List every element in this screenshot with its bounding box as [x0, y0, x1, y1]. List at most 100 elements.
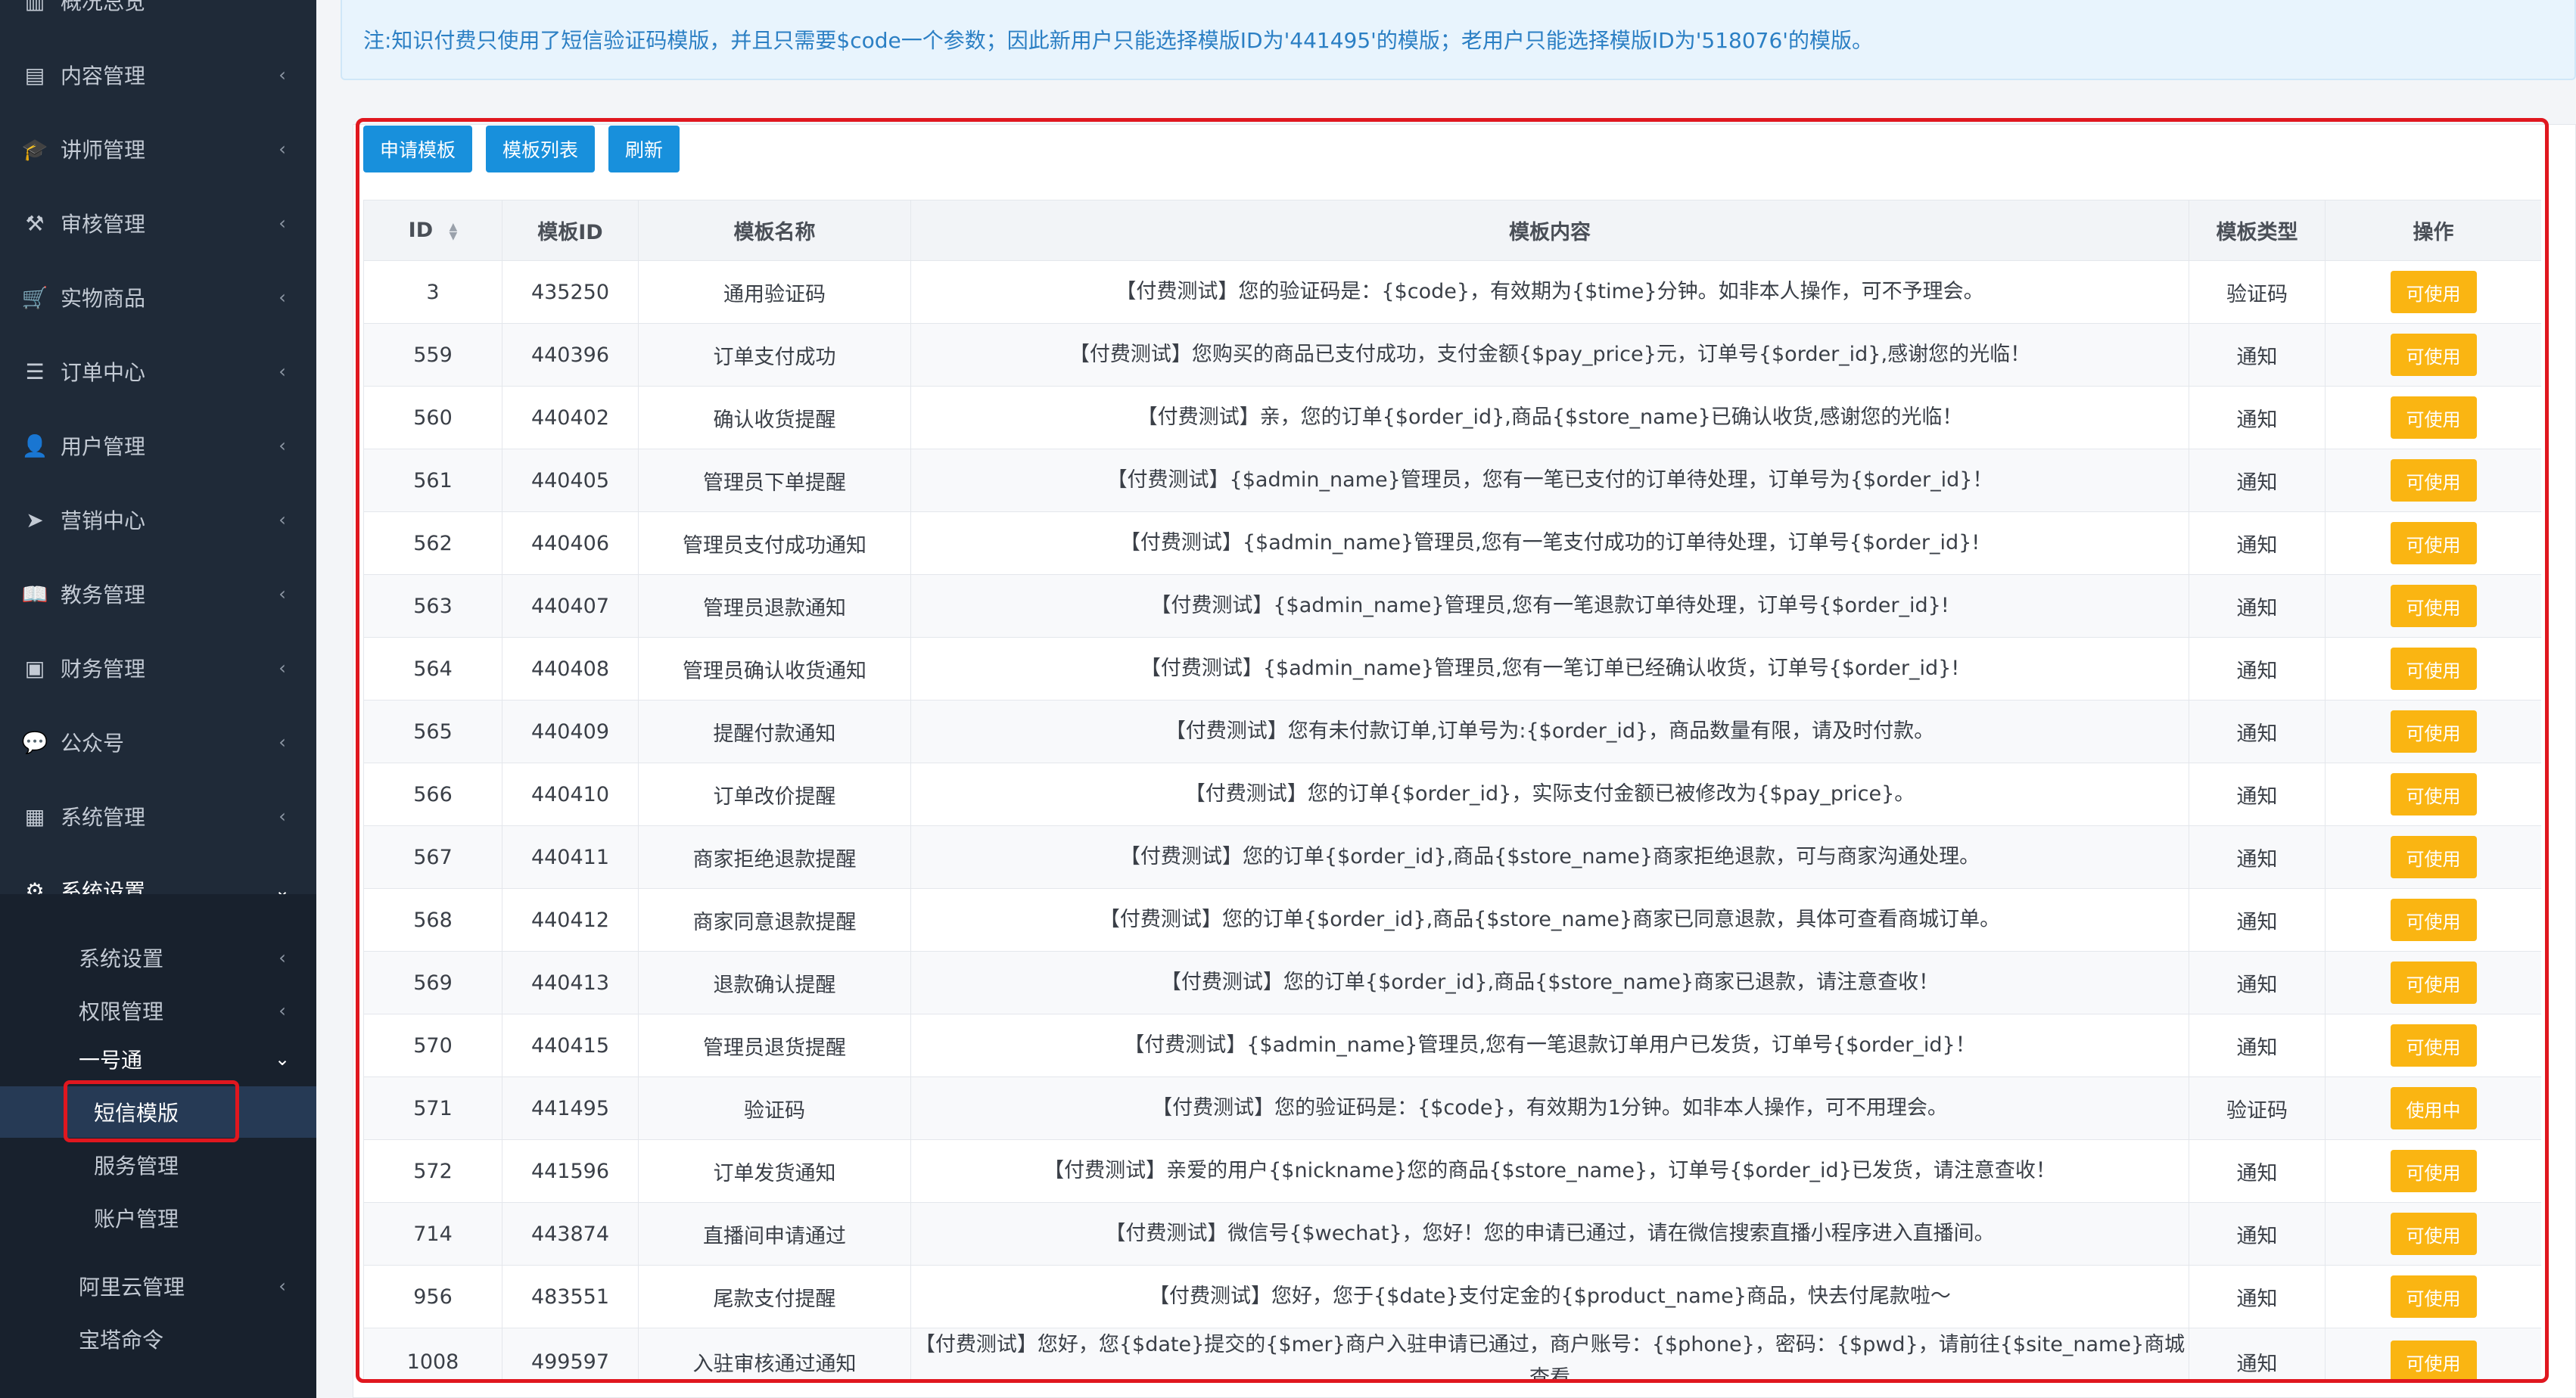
sidebar-item-label: 系统管理	[61, 805, 146, 830]
chevron-left-icon: ‹	[278, 1275, 286, 1297]
cell-content: 【付费测试】您的验证码是：{$code}，有效期为{$time}分钟。如非本人操…	[910, 260, 2189, 324]
cell-template-id: 440411	[502, 825, 639, 889]
cell-action: 可使用	[2325, 511, 2541, 575]
sidebar-item-money[interactable]: ▣ 财务管理 ‹	[0, 631, 316, 705]
cell-template-id: 440408	[502, 637, 639, 701]
cell-id: 565	[363, 700, 502, 763]
cell-template-id: 441495	[502, 1076, 639, 1140]
sidebar-item-book[interactable]: 📖 教务管理 ‹	[0, 557, 316, 631]
cell-content: 【付费测试】您的订单{$order_id},商品{$store_name}商家拒…	[910, 825, 2189, 889]
sidebar-subitem-account[interactable]: 账户管理	[0, 1192, 316, 1244]
cell-template-id: 441596	[502, 1139, 639, 1203]
cell-action: 使用中	[2325, 1076, 2541, 1140]
sidebar-subitem-system-settings[interactable]: 系统设置 ‹	[0, 932, 316, 983]
cell-type: 通知	[2189, 574, 2326, 638]
table-row: 568 440412 商家同意退款提醒 【付费测试】您的订单{$order_id},商…	[363, 888, 2541, 952]
use-template-button[interactable]: 可使用	[2390, 334, 2477, 376]
sidebar-item-cart[interactable]: 🛒 实物商品 ‹	[0, 260, 316, 334]
cell-name: 管理员退款通知	[638, 574, 911, 638]
table-row: 3 435250 通用验证码 【付费测试】您的验证码是：{$code}，有效期为{$t…	[363, 260, 2541, 324]
cell-name: 商家同意退款提醒	[638, 888, 911, 952]
use-template-button[interactable]: 可使用	[2390, 522, 2477, 564]
table-row: 561 440405 管理员下单提醒 【付费测试】{$admin_name}管理员，您…	[363, 449, 2541, 512]
sidebar-item-grid[interactable]: ▦ 系统管理 ‹	[0, 779, 316, 853]
sidebar-item-newspaper[interactable]: ▤ 内容管理 ‹	[0, 38, 316, 112]
sidebar-item-overview[interactable]: ▥ 概况总览	[0, 0, 316, 38]
use-template-button[interactable]: 可使用	[2390, 459, 2477, 502]
cell-content: 【付费测试】{$admin_name}管理员,您有一笔退款订单待处理，订单号{$…	[910, 574, 2189, 638]
sidebar-item-list[interactable]: ☰ 订单中心 ‹	[0, 334, 316, 409]
cell-type: 通知	[2189, 323, 2326, 387]
sidebar-item-gavel[interactable]: ⚒ 审核管理 ‹	[0, 186, 316, 260]
notice-banner: 注:知识付费只使用了短信验证码模版，并且只需要$code一个参数；因此新用户只能…	[341, 0, 2576, 80]
cell-id: 567	[363, 825, 502, 889]
use-template-button[interactable]: 可使用	[2390, 396, 2477, 439]
use-template-button[interactable]: 可使用	[2390, 648, 2477, 690]
app-root: ▥ 概况总览 ▤ 内容管理 ‹ 🎓 讲师管理 ‹ ⚒ 审核管理 ‹ 🛒 实物商品 ‹ ☰ 订单中心 ‹ 👤 用户…	[0, 0, 2576, 1398]
use-template-button[interactable]: 可使用	[2390, 1150, 2477, 1192]
use-template-button[interactable]: 可使用	[2390, 773, 2477, 815]
cell-content: 【付费测试】您的订单{$order_id},商品{$store_name}商家已…	[910, 951, 2189, 1014]
sidebar-item-graduation-cap[interactable]: 🎓 讲师管理 ‹	[0, 112, 316, 186]
cell-action: 可使用	[2325, 449, 2541, 512]
sidebar-subitem-permission[interactable]: 权限管理 ‹	[0, 985, 316, 1036]
sidebar-item-wechat[interactable]: 💬 公众号 ‹	[0, 705, 316, 779]
apply-template-button[interactable]: 申请模板	[363, 126, 473, 172]
refresh-button[interactable]: 刷新	[608, 126, 680, 172]
graduation-cap-icon: 🎓	[21, 136, 48, 162]
cell-content: 【付费测试】{$admin_name}管理员，您有一笔已支付的订单待处理，订单号…	[910, 449, 2189, 512]
cell-content: 【付费测试】您购买的商品已支付成功，支付金额{$pay_price}元，订单号{…	[910, 323, 2189, 387]
chevron-left-icon: ‹	[278, 64, 286, 85]
cell-id: 563	[363, 574, 502, 638]
cell-type: 通知	[2189, 511, 2326, 575]
chevron-left-icon: ‹	[278, 213, 286, 234]
sidebar-subitem-yihaotong[interactable]: 一号通 ⌄	[0, 1033, 316, 1085]
use-template-button[interactable]: 使用中	[2390, 1087, 2477, 1129]
sidebar-subitem-aliyun[interactable]: 阿里云管理 ‹	[0, 1260, 316, 1312]
sidebar-item-user[interactable]: 👤 用户管理 ‹	[0, 409, 316, 483]
table-row: 566 440410 订单改价提醒 【付费测试】您的订单{$order_id}，实际支…	[363, 763, 2541, 826]
table-row: 956 483551 尾款支付提醒 【付费测试】您好，您于{$date}支付定金的{$…	[363, 1265, 2541, 1328]
use-template-button[interactable]: 可使用	[2390, 1213, 2477, 1255]
sidebar-subitem-service[interactable]: 服务管理	[0, 1139, 316, 1191]
cell-action: 可使用	[2325, 951, 2541, 1014]
use-template-button[interactable]: 可使用	[2390, 899, 2477, 941]
use-template-button[interactable]: 可使用	[2390, 962, 2477, 1004]
use-template-button[interactable]: 可使用	[2390, 710, 2477, 753]
table-row: 569 440413 退款确认提醒 【付费测试】您的订单{$order_id},商品{…	[363, 951, 2541, 1014]
cell-type: 验证码	[2189, 1076, 2326, 1140]
column-header-name: 模板名称	[638, 200, 911, 261]
use-template-button[interactable]: 可使用	[2390, 1275, 2477, 1318]
cell-id: 561	[363, 449, 502, 512]
cell-action: 可使用	[2325, 888, 2541, 952]
cell-template-id: 440405	[502, 449, 639, 512]
column-header-id[interactable]: ID ▲ ▼	[363, 200, 502, 261]
table-row: 565 440409 提醒付款通知 【付费测试】您有未付款订单,订单号为:{$orde…	[363, 700, 2541, 763]
sidebar-item-label: 教务管理	[61, 582, 146, 607]
chevron-left-icon: ‹	[278, 287, 286, 308]
chevron-left-icon: ‹	[278, 947, 286, 968]
sidebar-subitem-baota[interactable]: 宝塔命令	[0, 1313, 316, 1365]
table-row: 562 440406 管理员支付成功通知 【付费测试】{$admin_name}管理员…	[363, 511, 2541, 575]
use-template-button[interactable]: 可使用	[2390, 271, 2477, 313]
use-template-button[interactable]: 可使用	[2390, 585, 2477, 627]
toolbar: 申请模板 模板列表 刷新	[363, 126, 680, 172]
cell-type: 通知	[2189, 449, 2326, 512]
wechat-icon: 💬	[21, 729, 48, 755]
use-template-button[interactable]: 可使用	[2390, 1024, 2477, 1067]
use-template-button[interactable]: 可使用	[2390, 1341, 2477, 1380]
chevron-left-icon: ‹	[278, 435, 286, 456]
template-list-button[interactable]: 模板列表	[486, 126, 596, 172]
sidebar-item-label: 公众号	[61, 731, 125, 756]
cell-content: 【付费测试】{$admin_name}管理员,您有一笔退款订单用户已发货，订单号…	[910, 1014, 2189, 1077]
sidebar-item-label: 订单中心	[61, 360, 146, 385]
cell-id: 1008	[363, 1328, 502, 1380]
table-header-row: ID ▲ ▼ 模板ID 模板名称 模板内容 模板类型 操作	[363, 200, 2541, 261]
cell-template-id: 440409	[502, 700, 639, 763]
column-header-type: 模板类型	[2189, 200, 2326, 261]
table-row: 571 441495 验证码 【付费测试】您的验证码是：{$code}，有效期为1分钟…	[363, 1076, 2541, 1140]
use-template-button[interactable]: 可使用	[2390, 836, 2477, 878]
sidebar-subitem-sms-template[interactable]: 短信模版	[0, 1086, 316, 1138]
sort-icon[interactable]: ▲ ▼	[450, 222, 458, 241]
sidebar-item-paper-plane[interactable]: ➤ 营销中心 ‹	[0, 483, 316, 557]
